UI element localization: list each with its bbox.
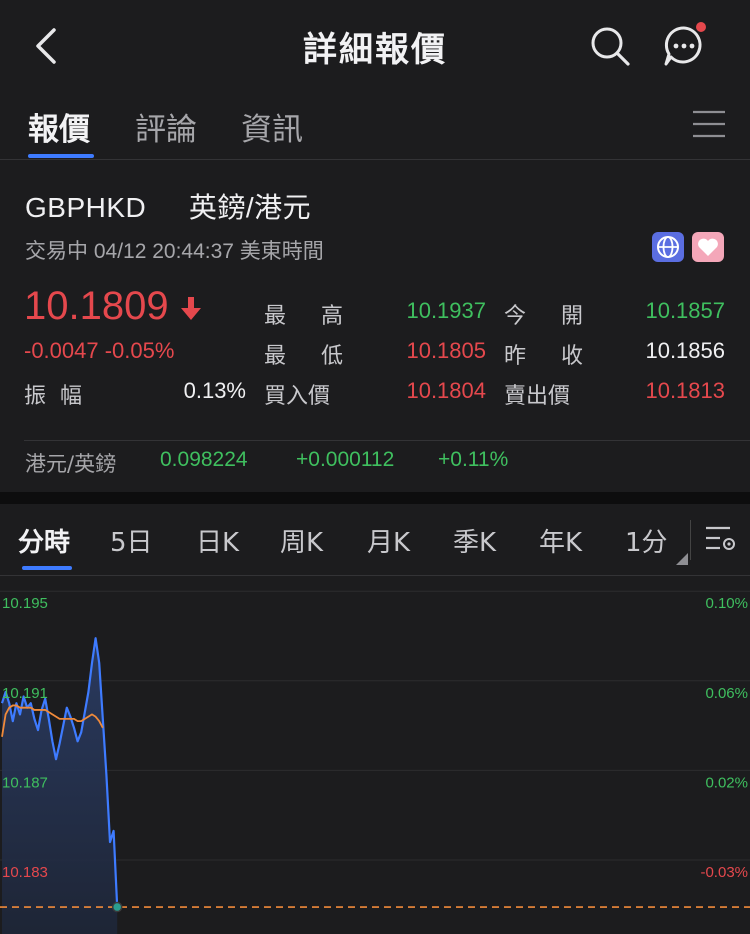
ask-value: 10.1813 [645, 378, 725, 403]
corner-triangle-icon [676, 550, 688, 565]
last-price: 10.1809 [24, 284, 169, 328]
price-change: -0.0047 -0.05% [24, 338, 175, 363]
menu-button[interactable] [692, 108, 726, 140]
divider [0, 159, 750, 160]
chart-tab-weekly[interactable]: 周K [280, 522, 323, 559]
favorite-button[interactable] [692, 232, 724, 262]
high-label: 最 高 [264, 304, 357, 329]
inverse-pair-change-pct: +0.11% [438, 448, 509, 471]
search-icon [591, 27, 630, 66]
bid-label: 買入價 [264, 384, 331, 409]
y-axis-label-left: 10.187 [2, 774, 48, 791]
chart-grid [0, 590, 750, 861]
y-axis-label-left: 10.191 [2, 685, 48, 702]
chat-bubble-icon [664, 22, 706, 66]
prev-close-label: 昨 收 [504, 344, 597, 369]
inverse-pair-change: +0.000112 [296, 448, 395, 471]
chart-settings-button[interactable] [704, 522, 738, 554]
chart-tab-quarterly[interactable]: 季K [453, 522, 496, 559]
last-price-dot [111, 901, 123, 913]
y-axis-label-left: 10.195 [2, 595, 48, 612]
intraday-chart[interactable]: 10.195 0.10% 10.191 0.06% 10.187 0.02% 10.183 -… [0, 576, 750, 934]
heart-icon [698, 238, 718, 256]
open-label: 今 開 [504, 304, 597, 329]
y-axis-label-right: 0.02% [705, 774, 748, 791]
settings-list-icon [706, 526, 735, 550]
y-axis-label-left: 10.183 [2, 864, 48, 881]
chart-tab-underline [22, 566, 72, 570]
chart-tab-5day[interactable]: 5日 [110, 522, 153, 559]
inverse-pair-label: 港元/英鎊 [25, 452, 117, 476]
trading-status: 交易中 04/12 20:44:37 美東時間 [25, 240, 324, 263]
menu-icon [693, 110, 725, 138]
prev-close-value: 10.1856 [645, 338, 725, 363]
chart-tab-intraday[interactable]: 分時 [18, 522, 70, 559]
y-axis-label-right: 0.06% [705, 685, 748, 702]
high-value: 10.1937 [406, 298, 486, 323]
bid-value: 10.1804 [406, 378, 486, 403]
tab-news[interactable]: 資訊 [241, 104, 303, 149]
y-axis-label-right: 0.10% [705, 595, 748, 612]
symbol-heading: GBPHKD 英鎊/港元 [25, 186, 311, 226]
open-value: 10.1857 [645, 298, 725, 323]
page-title: 詳細報價 [303, 30, 447, 70]
amplitude-value: 0.13% [183, 378, 246, 403]
divider [690, 520, 691, 560]
tab-quote[interactable]: 報價 [28, 104, 90, 149]
symbol-name: 英鎊/港元 [188, 192, 312, 223]
symbol-code: GBPHKD [25, 192, 147, 223]
tab-underline [28, 154, 94, 158]
chart-tab-monthly[interactable]: 月K [367, 522, 410, 559]
tab-comments[interactable]: 評論 [135, 104, 197, 149]
globe-icon [657, 236, 679, 258]
chat-button[interactable] [660, 22, 708, 70]
nav-bar: 詳細報價 [0, 0, 750, 90]
low-value: 10.1805 [406, 338, 486, 363]
notification-dot [696, 22, 706, 32]
y-axis-label-right: -0.03% [700, 864, 748, 881]
amplitude-label: 振幅 [24, 384, 97, 409]
section-gap [0, 492, 750, 504]
globe-button[interactable] [652, 232, 684, 262]
chart-tab-yearly[interactable]: 年K [539, 522, 582, 559]
ask-label: 賣出價 [504, 384, 571, 409]
low-label: 最 低 [264, 344, 357, 369]
inverse-pair-value: 0.098224 [160, 448, 248, 471]
chart-tab-1min[interactable]: 1分 [625, 522, 668, 559]
divider [24, 440, 750, 441]
down-arrow-icon [180, 296, 202, 322]
chart-tab-daily[interactable]: 日K [196, 522, 239, 559]
search-button[interactable] [588, 24, 632, 68]
